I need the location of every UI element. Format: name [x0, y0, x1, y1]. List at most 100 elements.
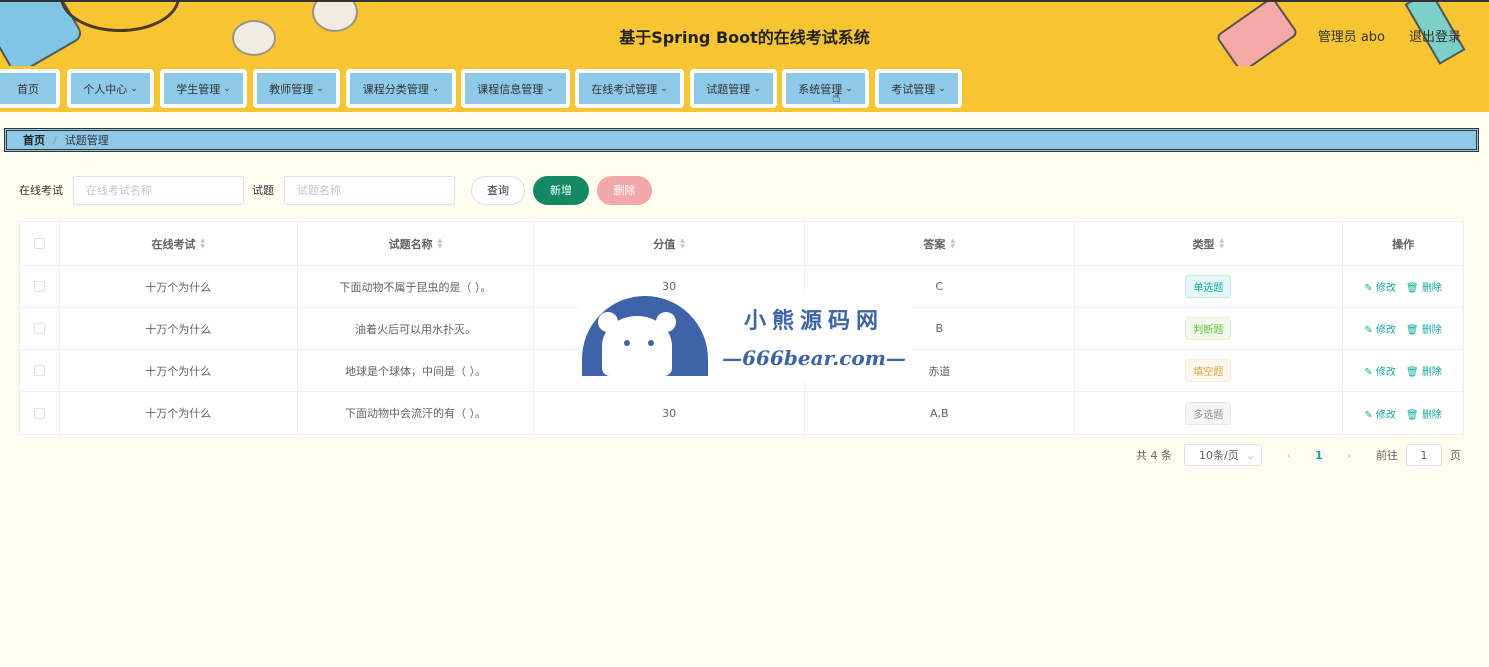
column-header-answer[interactable]: 答案 ▲ ▼	[805, 222, 1075, 265]
watermark-title: 小熊源码网	[743, 308, 884, 334]
nav-item-system-management[interactable]: 系统管理 ⌄	[782, 69, 869, 108]
cell-exam: 十万个为什么	[60, 350, 298, 391]
select-all-checkbox[interactable]	[33, 238, 45, 249]
cell-exam: 十万个为什么	[60, 308, 298, 349]
nav-item-label: 课程分类管理	[362, 82, 429, 96]
type-tag: 多选题	[1185, 401, 1232, 425]
table-row: 十万个为什么 下面动物中会流汗的有（ ）。 30 A,B 多选题 ✎ 修改 🗑 …	[20, 392, 1463, 434]
row-checkbox[interactable]	[33, 323, 45, 334]
header-bar: 基于Spring Boot的在线考试系统 管理员 abo 退出登录	[0, 0, 1489, 66]
row-checkbox[interactable]	[33, 407, 45, 419]
type-tag: 单选题	[1185, 275, 1232, 298]
page-size-select[interactable]: 10条/页 ⌄	[1184, 444, 1262, 466]
cell-answer: A,B	[805, 392, 1075, 434]
trash-icon: 🗑	[1405, 409, 1419, 421]
breadcrumb-current: 试题管理	[64, 134, 109, 147]
nav-item-student-management[interactable]: 学生管理 ⌄	[160, 69, 247, 108]
question-filter-label: 试题	[252, 184, 274, 197]
delete-button[interactable]: 🗑 删除	[1406, 363, 1442, 378]
chevron-down-icon: ⌄	[431, 83, 440, 94]
delete-button[interactable]: 🗑 删除	[1406, 406, 1442, 421]
chevron-right-icon: ›	[1346, 448, 1352, 462]
column-header-score[interactable]: 分值 ▲ ▼	[534, 222, 805, 265]
edit-button[interactable]: ✎ 修改	[1364, 363, 1396, 378]
page-number[interactable]: 1	[1304, 444, 1334, 466]
chevron-down-icon: ⌄	[938, 83, 946, 94]
edit-icon: ✎	[1364, 325, 1373, 336]
delete-button[interactable]: 🗑 删除	[1406, 321, 1442, 336]
nav-item-label: 试题管理	[706, 82, 751, 96]
nav-item-teacher-management[interactable]: 教师管理 ⌄	[253, 69, 340, 108]
nav-item-label: 个人中心	[83, 82, 128, 96]
nav-item-course-category-management[interactable]: 课程分类管理 ⌄	[346, 69, 456, 108]
delete-button[interactable]: 🗑 删除	[1406, 279, 1442, 294]
nav-item-home[interactable]: 首页	[0, 69, 60, 108]
type-tag: 填空题	[1185, 359, 1232, 382]
row-checkbox[interactable]	[33, 281, 45, 292]
edit-button[interactable]: ✎ 修改	[1364, 279, 1396, 294]
chevron-down-icon: ⌄	[845, 83, 853, 94]
type-tag: 判断题	[1185, 317, 1232, 340]
pagination-total: 共 4 条	[1136, 449, 1172, 462]
trash-icon: 🗑	[1405, 325, 1419, 336]
prev-page-button[interactable]: ‹	[1274, 444, 1304, 466]
nav-item-personal-center[interactable]: 个人中心 ⌄	[67, 69, 154, 108]
user-info: 管理员 abo	[1317, 30, 1385, 45]
cell-exam: 十万个为什么	[60, 392, 298, 434]
exam-name-input[interactable]	[73, 175, 244, 205]
sort-icon[interactable]: ▲ ▼	[1220, 237, 1225, 250]
edit-icon: ✎	[1364, 367, 1373, 378]
question-name-input[interactable]	[284, 175, 455, 205]
chevron-down-icon: ⌄	[316, 83, 324, 94]
row-checkbox[interactable]	[33, 365, 45, 376]
add-button[interactable]: 新增	[533, 175, 589, 205]
column-header-type[interactable]: 类型 ▲ ▼	[1075, 222, 1344, 265]
nav-item-exam-management[interactable]: 考试管理 ⌄	[875, 69, 962, 108]
app-title: 基于Spring Boot的在线考试系统	[619, 28, 870, 47]
breadcrumb: 首页 / 试题管理	[4, 128, 1479, 152]
cell-exam: 十万个为什么	[60, 266, 298, 307]
cell-question: 油着火后可以用水扑灭。	[298, 308, 535, 349]
nav-item-label: 考试管理	[891, 82, 936, 96]
chevron-down-icon: ⌄	[660, 83, 668, 94]
batch-delete-button[interactable]: 删除	[597, 175, 652, 205]
column-header-actions: 操作	[1392, 237, 1415, 251]
chevron-down-icon: ⌄	[130, 83, 138, 94]
nav-item-label: 学生管理	[176, 82, 221, 96]
nav-item-online-exam-management[interactable]: 在线考试管理 ⌄	[575, 69, 684, 108]
breadcrumb-separator: /	[53, 133, 57, 147]
edit-button[interactable]: ✎ 修改	[1364, 321, 1396, 336]
nav-item-question-management[interactable]: 试题管理 ⌄	[690, 69, 777, 108]
pagination: 共 4 条 10条/页 ⌄ ‹ 1 › 前往 1 页	[1136, 444, 1461, 466]
sort-icon[interactable]: ▲ ▼	[438, 237, 443, 250]
query-button[interactable]: 查询	[471, 175, 525, 205]
trash-icon: 🗑	[1405, 283, 1419, 294]
sort-icon[interactable]: ▲ ▼	[950, 237, 955, 250]
chevron-down-icon: ⌄	[1245, 448, 1255, 462]
logout-link[interactable]: 退出登录	[1409, 26, 1461, 45]
sort-icon[interactable]: ▲ ▼	[680, 237, 685, 250]
chevron-down-icon: ⌄	[546, 83, 554, 94]
search-bar: 在线考试 试题 查询 新增 删除	[19, 175, 652, 205]
nav-item-label: 在线考试管理	[591, 82, 658, 96]
nav-item-label: 首页	[17, 82, 39, 96]
mouse-cursor-icon: ☝	[832, 90, 841, 106]
nav-item-course-info-management[interactable]: 课程信息管理 ⌄	[461, 69, 570, 108]
sort-icon[interactable]: ▲ ▼	[200, 237, 205, 250]
exam-filter-label: 在线考试	[19, 184, 63, 197]
page-suffix: 页	[1450, 449, 1461, 462]
goto-page-input[interactable]: 1	[1406, 444, 1442, 466]
edit-icon: ✎	[1364, 409, 1373, 421]
breadcrumb-home[interactable]: 首页	[23, 132, 45, 148]
cell-question: 地球是个球体，中间是（ ）。	[298, 350, 535, 391]
column-header-exam[interactable]: 在线考试 ▲ ▼	[60, 222, 298, 265]
cell-question: 下面动物不属于昆虫的是（ ）。	[298, 266, 535, 307]
edit-button[interactable]: ✎ 修改	[1364, 406, 1396, 421]
column-header-question[interactable]: 试题名称 ▲ ▼	[298, 222, 535, 265]
edit-icon: ✎	[1364, 283, 1373, 294]
next-page-button[interactable]: ›	[1334, 444, 1364, 466]
cell-score: 30	[534, 392, 805, 434]
chevron-left-icon: ‹	[1286, 448, 1292, 462]
nav-item-label: 课程信息管理	[477, 82, 544, 96]
cell-question: 下面动物中会流汗的有（ ）。	[298, 392, 535, 434]
